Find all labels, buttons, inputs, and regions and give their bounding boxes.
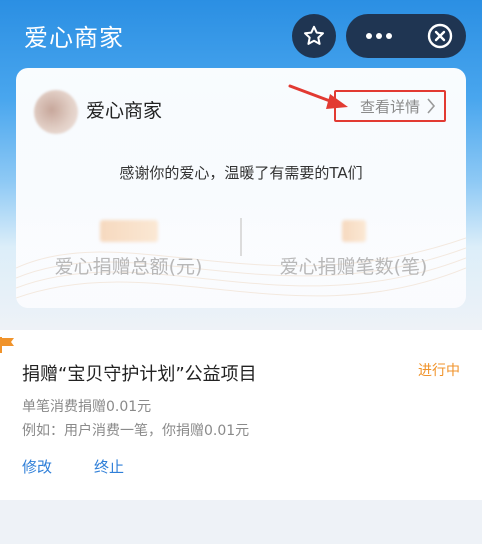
total-donation-stat: 爱心捐赠总额(元): [16, 208, 241, 279]
more-button[interactable]: [346, 14, 412, 58]
project-title: 捐赠“宝贝守护计划”公益项目: [22, 364, 257, 385]
merchant-avatar: [34, 90, 78, 134]
navigation-bar: 爱心商家: [0, 0, 482, 72]
mini-program-capsule: [346, 14, 466, 58]
close-circle-icon: [427, 23, 453, 49]
favorite-button[interactable]: [292, 14, 336, 58]
total-donation-value-blurred: [99, 220, 158, 242]
chevron-right-icon: [427, 98, 436, 114]
thanks-message: 感谢你的爱心，温暖了有需要的TA们: [119, 164, 363, 182]
star-icon: [304, 25, 324, 45]
project-donation-example: 例如：用户消费一笔，你捐赠0.01元: [22, 423, 250, 439]
more-dots-icon: [366, 33, 392, 39]
stop-button[interactable]: 终止: [94, 456, 124, 477]
close-button[interactable]: [418, 14, 462, 58]
page-title: 爱心商家: [24, 24, 124, 52]
donation-count-value-blurred: [341, 220, 366, 242]
total-donation-label: 爱心捐赠总额(元): [54, 256, 203, 278]
donation-count-stat: 爱心捐赠笔数(笔): [241, 208, 466, 279]
view-details-link[interactable]: 查看详情: [334, 90, 446, 122]
project-status-badge: 进行中: [418, 363, 460, 379]
merchant-name: 爱心商家: [86, 100, 163, 122]
edit-button[interactable]: 修改: [22, 456, 52, 477]
project-donation-rule: 单笔消费捐赠0.01元: [22, 399, 152, 415]
donation-count-label: 爱心捐赠笔数(笔): [279, 256, 428, 278]
project-card[interactable]: 捐赠“宝贝守护计划”公益项目 进行中 单笔消费捐赠0.01元 例如：用户消费一笔…: [0, 330, 482, 500]
flag-icon: [0, 337, 14, 353]
view-details-label: 查看详情: [359, 97, 420, 116]
merchant-card: 爱心商家 查看详情 感谢你的爱心，温暖了有需要的TA们 爱心捐赠总额(元) 爱心…: [16, 68, 466, 308]
